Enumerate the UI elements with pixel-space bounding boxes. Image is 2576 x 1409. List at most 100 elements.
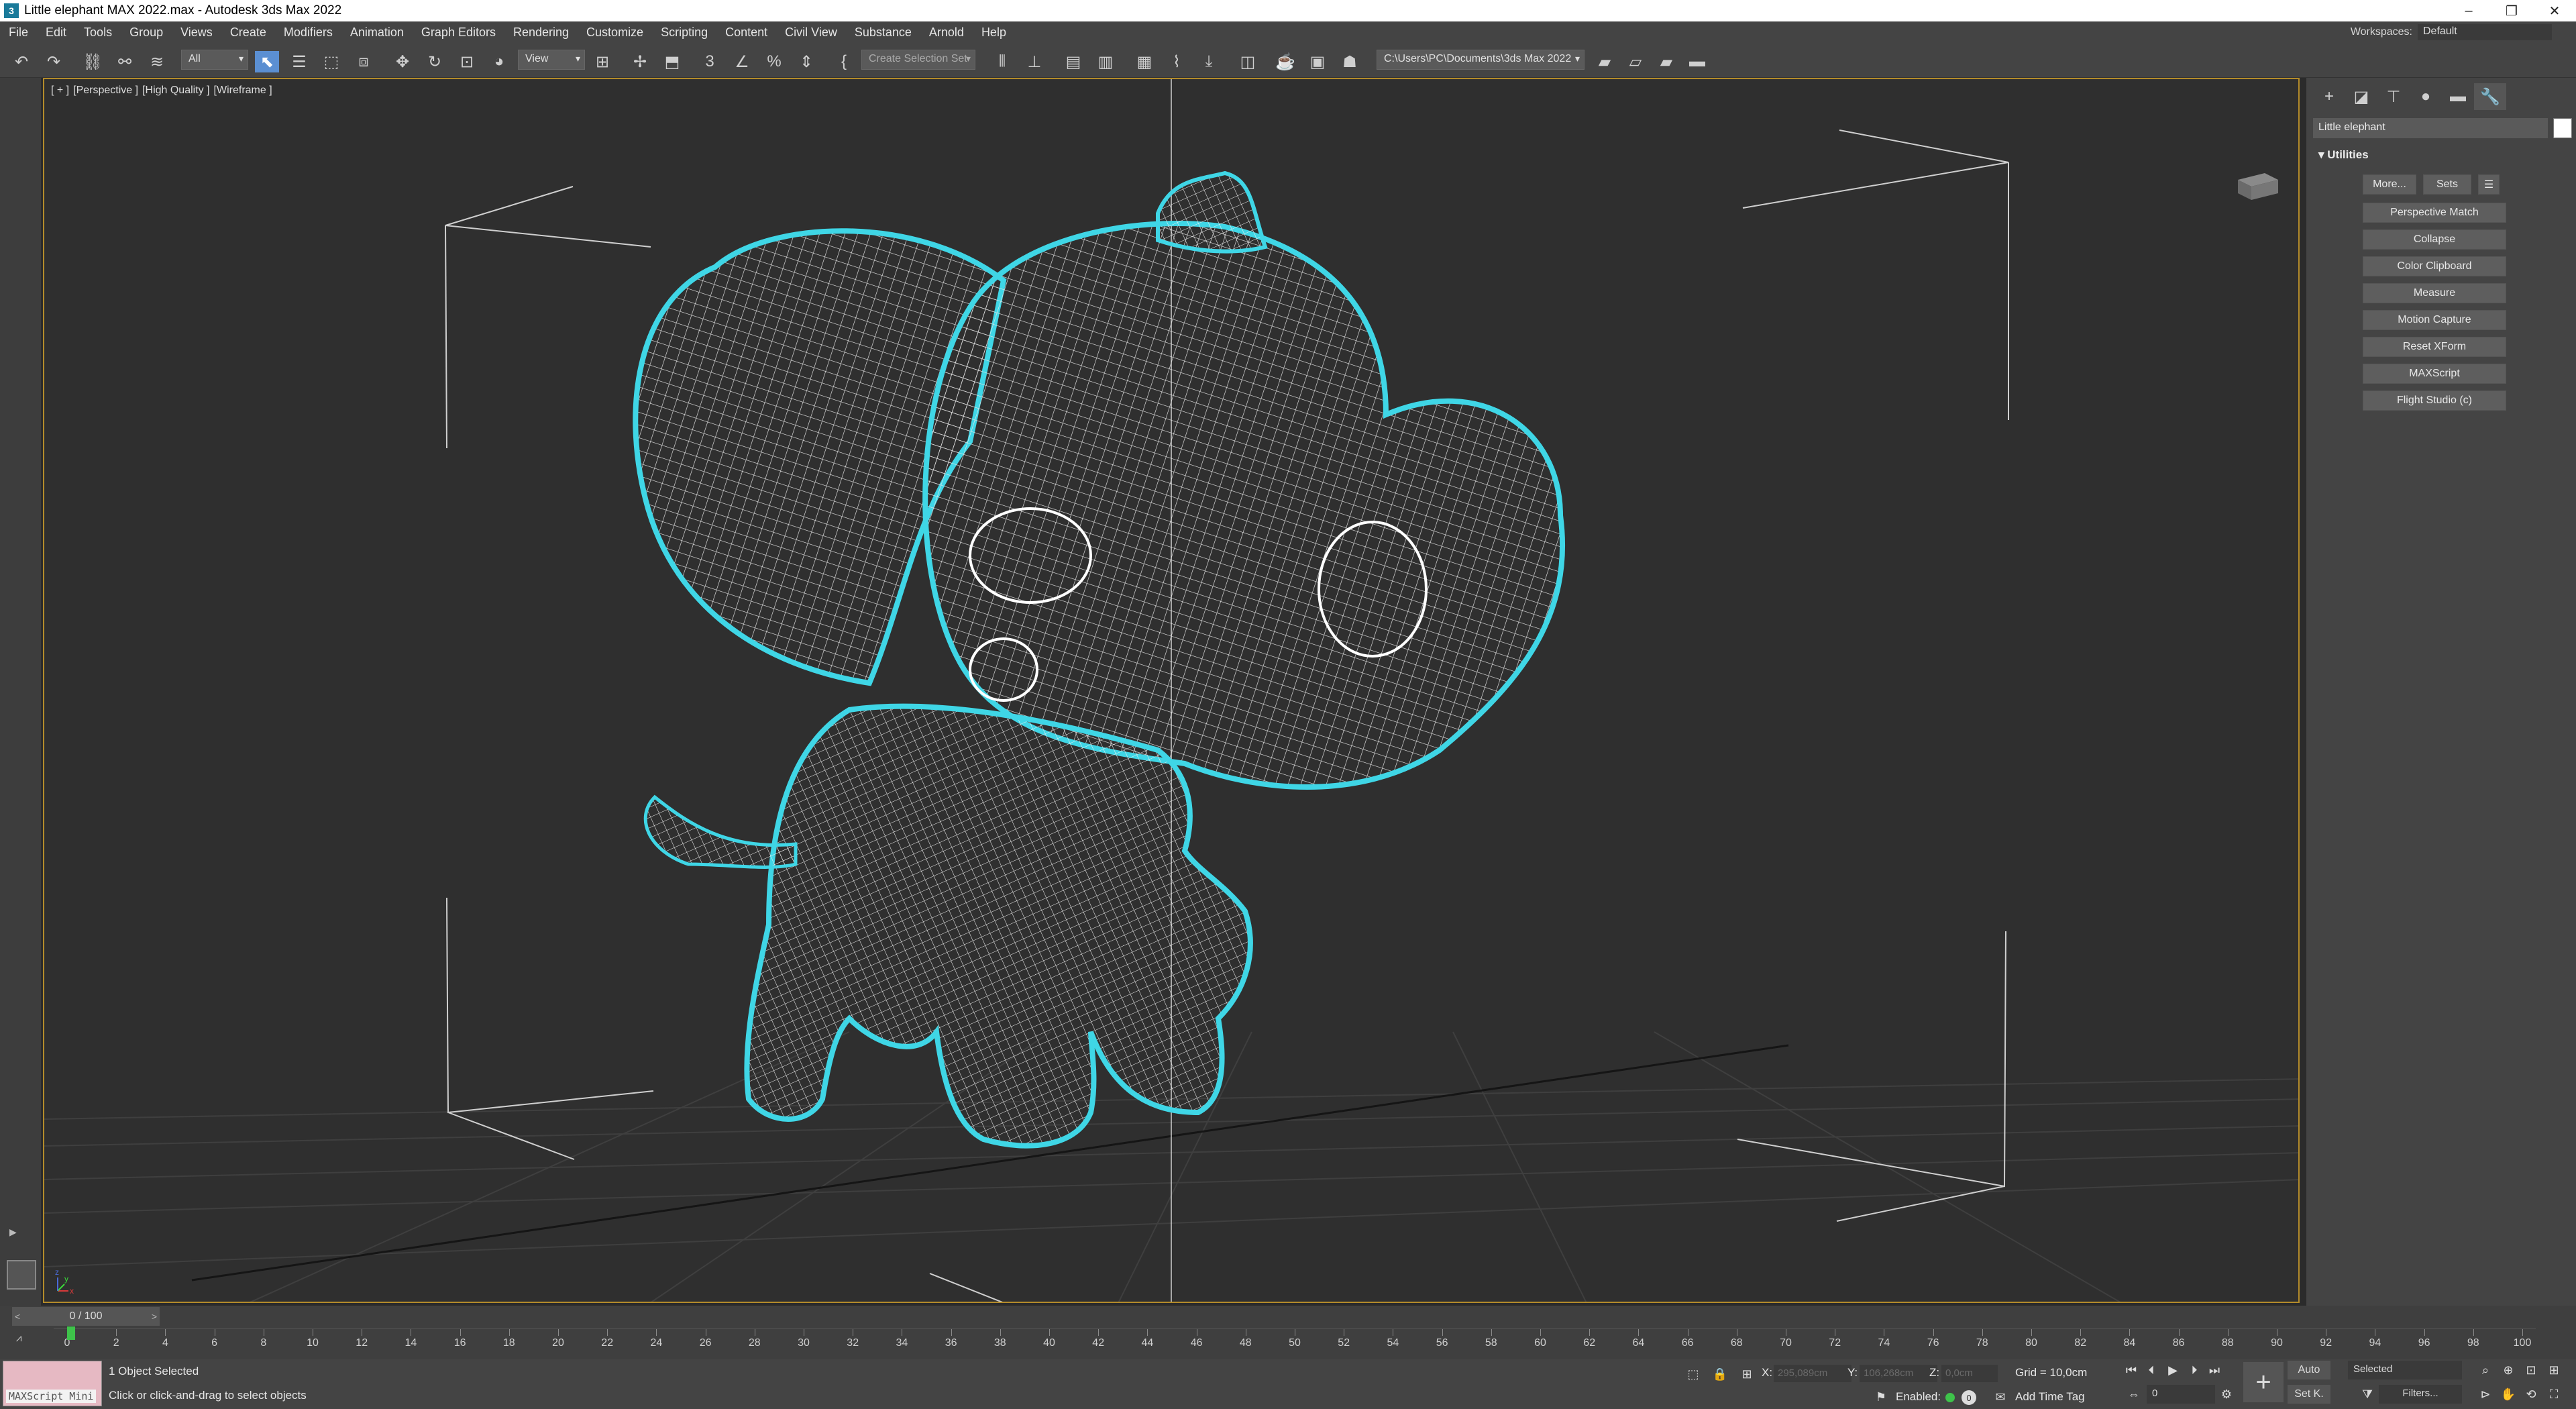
menu-content[interactable]: Content xyxy=(716,25,776,40)
hierarchy-tab-icon[interactable]: ⊤ xyxy=(2377,83,2410,110)
window-crossing-icon[interactable]: ⧈ xyxy=(352,51,376,72)
display-tab-icon[interactable]: ▬ xyxy=(2442,83,2474,110)
rendered-frame-window-icon[interactable]: ▣ xyxy=(1305,51,1330,72)
menu-rendering[interactable]: Rendering xyxy=(504,25,578,40)
utilities-rollout-header[interactable]: ▾ Utilities xyxy=(2313,145,2572,165)
time-slider[interactable]: < 0 / 100 > xyxy=(12,1307,160,1326)
play-icon[interactable]: ▶ xyxy=(2163,1361,2183,1379)
edit-named-selection-icon[interactable]: { xyxy=(832,51,856,72)
set-key-icon[interactable]: + xyxy=(2243,1362,2284,1402)
keyboard-shortcut-override-icon[interactable]: ⬒ xyxy=(660,51,684,72)
time-tag-toggle-icon[interactable]: 0 xyxy=(1962,1390,1976,1405)
more-button[interactable]: More... xyxy=(2363,174,2416,195)
set-key-button[interactable]: Set K. xyxy=(2288,1385,2330,1404)
restore-button[interactable]: ❐ xyxy=(2490,0,2533,21)
track-bar-ruler[interactable]: 0 2 4 6 8 10 12 14 16 18 20 22 24 26 28 30 32 34 36 38 40 42 4… xyxy=(54,1326,2536,1355)
menu-file[interactable]: File xyxy=(0,25,37,40)
schematic-view-icon[interactable]: ⤓ xyxy=(1197,51,1221,72)
project-settings-icon[interactable]: ▬ xyxy=(1685,51,1709,72)
unlink-icon[interactable]: ⚯ xyxy=(113,51,137,72)
selection-lock-icon[interactable]: 🔒 xyxy=(1711,1365,1729,1384)
menu-animation[interactable]: Animation xyxy=(341,25,413,40)
measure-button[interactable]: Measure xyxy=(2363,283,2506,303)
percent-snap-icon[interactable]: % xyxy=(762,51,786,72)
menu-help[interactable]: Help xyxy=(973,25,1015,40)
elephant-mesh[interactable] xyxy=(633,170,1566,1149)
create-tab-icon[interactable]: + xyxy=(2313,83,2345,110)
sets-button[interactable]: Sets xyxy=(2423,174,2471,195)
zoom-icon[interactable]: ⌕ xyxy=(2475,1361,2496,1379)
perspective-match-button[interactable]: Perspective Match xyxy=(2363,203,2506,223)
perspective-viewport[interactable]: [ + ] [Perspective ] [High Quality ] [Wi… xyxy=(43,78,2300,1303)
maxscript-mini-listener[interactable]: MAXScript Mini xyxy=(3,1361,102,1406)
close-button[interactable]: ✕ xyxy=(2533,0,2576,21)
save-project-icon[interactable]: ▰ xyxy=(1654,51,1678,72)
utilities-tab-icon[interactable]: 🔧 xyxy=(2474,83,2506,110)
maxscript-button[interactable]: MAXScript xyxy=(2363,364,2506,384)
layer-explorer-icon[interactable]: ▥ xyxy=(1093,51,1118,72)
menu-tools[interactable]: Tools xyxy=(75,25,121,40)
select-object-icon[interactable]: ⬉ xyxy=(255,51,279,72)
link-icon[interactable]: ⛓ xyxy=(80,51,105,72)
selection-filter-dropdown[interactable]: All xyxy=(181,50,248,70)
menu-civil-view[interactable]: Civil View xyxy=(776,25,846,40)
select-manipulate-icon[interactable]: ✢ xyxy=(628,51,652,72)
select-by-name-icon[interactable]: ☰ xyxy=(287,51,311,72)
menu-scripting[interactable]: Scripting xyxy=(652,25,716,40)
color-clipboard-button[interactable]: Color Clipboard xyxy=(2363,256,2506,276)
redo-icon[interactable]: ↷ xyxy=(42,51,66,72)
mini-curve-editor-icon[interactable]: ⩘ xyxy=(16,1333,21,1344)
object-color-swatch[interactable] xyxy=(2553,118,2572,138)
menu-substance[interactable]: Substance xyxy=(846,25,920,40)
menu-graph-editors[interactable]: Graph Editors xyxy=(413,25,504,40)
zoom-extents-all-icon[interactable]: ⊞ xyxy=(2544,1361,2564,1379)
go-to-start-icon[interactable]: ⏮ xyxy=(2123,1361,2140,1379)
adaptive-degradation-icon[interactable]: ⚑ xyxy=(1872,1388,1890,1406)
pivot-center-icon[interactable]: ⊞ xyxy=(590,51,614,72)
render-setup-icon[interactable]: ☕ xyxy=(1273,51,1297,72)
curve-editor-icon[interactable]: ⌇ xyxy=(1165,51,1189,72)
spinner-snap-icon[interactable]: ⇕ xyxy=(794,51,818,72)
maximize-viewport-icon[interactable]: ⛶ xyxy=(2544,1385,2564,1404)
key-filters-icon[interactable]: ⧩ xyxy=(2359,1385,2376,1404)
configure-button-sets-icon[interactable]: ☰ xyxy=(2478,174,2500,195)
motion-capture-button[interactable]: Motion Capture xyxy=(2363,310,2506,330)
object-name-field[interactable]: Little elephant xyxy=(2313,118,2548,138)
previous-frame-icon[interactable]: ⏴ xyxy=(2143,1361,2160,1379)
orbit-icon[interactable]: ⟲ xyxy=(2521,1385,2541,1404)
undo-icon[interactable]: ↶ xyxy=(9,51,34,72)
add-time-tag[interactable]: Add Time Tag xyxy=(2015,1390,2085,1404)
flight-studio-button[interactable]: Flight Studio (c) xyxy=(2363,390,2506,411)
zoom-all-icon[interactable]: ⊕ xyxy=(2498,1361,2518,1379)
zoom-extents-icon[interactable]: ⊡ xyxy=(2521,1361,2541,1379)
menu-views[interactable]: Views xyxy=(172,25,221,40)
select-scale-icon[interactable]: ⊡ xyxy=(455,51,479,72)
current-frame-field[interactable]: 0 xyxy=(2147,1385,2215,1404)
key-filter-selected-dropdown[interactable]: Selected xyxy=(2348,1361,2462,1379)
menu-arnold[interactable]: Arnold xyxy=(920,25,973,40)
modify-tab-icon[interactable]: ◪ xyxy=(2345,83,2377,110)
select-rotate-icon[interactable]: ↻ xyxy=(423,51,447,72)
next-frame-arrow-icon[interactable]: > xyxy=(152,1311,157,1322)
collapse-button[interactable]: Collapse xyxy=(2363,229,2506,250)
select-move-icon[interactable]: ✥ xyxy=(390,51,415,72)
absolute-mode-icon[interactable]: ⊞ xyxy=(1737,1365,1756,1384)
key-filters-button[interactable]: Filters... xyxy=(2379,1385,2462,1404)
next-frame-icon[interactable]: ⏵ xyxy=(2186,1361,2203,1379)
snaps-toggle-icon[interactable]: 3 xyxy=(698,51,722,72)
auto-key-button[interactable]: Auto xyxy=(2288,1361,2330,1379)
key-mode-toggle-icon[interactable]: ⇔ xyxy=(2125,1385,2143,1404)
viewport-layout-thumb[interactable] xyxy=(7,1260,36,1290)
material-editor-icon[interactable]: ◫ xyxy=(1236,51,1260,72)
menu-modifiers[interactable]: Modifiers xyxy=(275,25,341,40)
reset-xform-button[interactable]: Reset XForm xyxy=(2363,337,2506,357)
time-tag-icon[interactable]: ✉ xyxy=(1992,1388,2008,1406)
pan-view-icon[interactable]: ✋ xyxy=(2498,1385,2518,1404)
render-production-icon[interactable]: ☗ xyxy=(1338,51,1362,72)
field-of-view-icon[interactable]: ⊳ xyxy=(2475,1385,2496,1404)
menu-edit[interactable]: Edit xyxy=(37,25,75,40)
isolate-selection-icon[interactable]: ⬚ xyxy=(1684,1365,1703,1384)
toggle-ribbon-icon[interactable]: ▦ xyxy=(1132,51,1157,72)
project-path-dropdown[interactable]: C:\Users\PC\Documents\3ds Max 2022 xyxy=(1377,50,1585,70)
prev-frame-arrow-icon[interactable]: < xyxy=(15,1311,20,1322)
